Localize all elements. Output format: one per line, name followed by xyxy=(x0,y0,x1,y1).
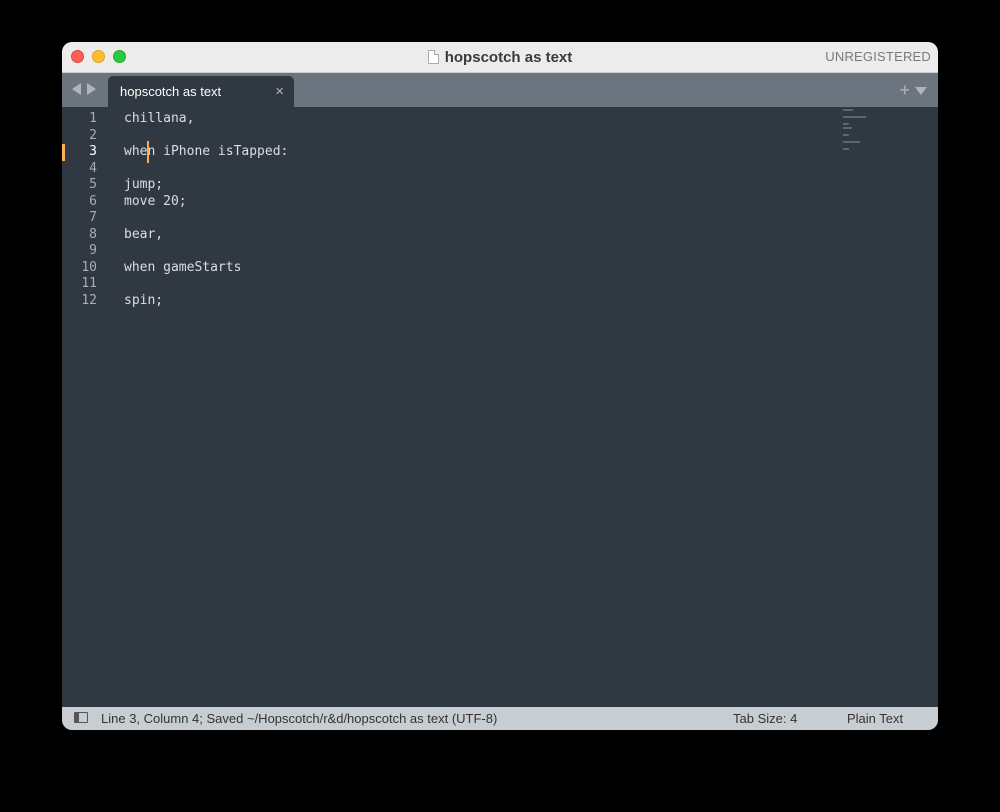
minimap-line xyxy=(843,147,849,150)
line-number: 3 xyxy=(89,144,97,159)
forward-arrow-icon[interactable] xyxy=(87,83,96,95)
minimap-line xyxy=(843,126,852,129)
current-line-marker xyxy=(62,144,65,161)
line-number: 10 xyxy=(81,259,97,275)
document-icon xyxy=(427,50,439,64)
minimap-line xyxy=(843,116,867,118)
line-number: 6 xyxy=(89,193,97,209)
line-number: 1 xyxy=(89,111,97,126)
code-line[interactable]: when gameStarts xyxy=(124,260,241,277)
editor-window: hopscotch as text UNREGISTERED hopscotch… xyxy=(62,42,938,730)
sidebar-toggle-icon[interactable] xyxy=(74,712,88,723)
unregistered-label: UNREGISTERED xyxy=(825,49,931,64)
syntax-selector[interactable]: Plain Text xyxy=(847,707,903,730)
window-title: hopscotch as text xyxy=(62,42,938,72)
line-number: 9 xyxy=(89,243,97,258)
status-message: Line 3, Column 4; Saved ~/Hopscotch/r&d/… xyxy=(101,711,498,726)
minimap-line xyxy=(843,123,849,125)
close-icon[interactable]: × xyxy=(275,76,284,107)
line-number: 11 xyxy=(81,276,97,291)
minimap-line xyxy=(843,140,860,143)
code-line[interactable]: move 20; xyxy=(124,194,187,211)
line-number: 7 xyxy=(89,210,97,225)
dropdown-icon[interactable] xyxy=(915,87,927,95)
editor-area[interactable]: 1 2 3 4 5 6 7 8 9 10 11 12 chillana, when iPhone isT… xyxy=(62,107,938,707)
text-caret xyxy=(147,141,150,163)
code-line[interactable]: chillana, xyxy=(124,111,194,128)
title-bar[interactable]: hopscotch as text UNREGISTERED xyxy=(62,42,938,73)
plus-icon[interactable]: + xyxy=(899,73,910,107)
line-number: 2 xyxy=(89,127,97,143)
line-number-gutter: 1 2 3 4 5 6 7 8 9 10 11 12 xyxy=(62,107,118,707)
minimap[interactable] xyxy=(843,109,883,151)
back-arrow-icon[interactable] xyxy=(72,83,81,95)
tab-bar: hopscotch as text × + xyxy=(62,73,938,107)
minimap-line xyxy=(843,133,849,136)
line-number: 5 xyxy=(89,177,97,192)
code-line[interactable]: spin; xyxy=(124,293,163,310)
code-line[interactable]: bear, xyxy=(124,227,163,244)
tab-navigation xyxy=(72,83,96,95)
tab-hopscotch-as-text[interactable]: hopscotch as text × xyxy=(108,76,294,107)
status-bar: Line 3, Column 4; Saved ~/Hopscotch/r&d/… xyxy=(62,707,938,730)
minimap-line xyxy=(843,109,853,111)
line-number: 12 xyxy=(81,292,97,308)
line-number: 4 xyxy=(89,160,97,176)
line-number: 8 xyxy=(89,226,97,242)
tab-label: hopscotch as text xyxy=(120,84,222,99)
code-line[interactable]: jump; xyxy=(124,177,163,194)
tab-size-selector[interactable]: Tab Size: 4 xyxy=(733,707,797,730)
window-title-text: hopscotch as text xyxy=(444,48,573,66)
